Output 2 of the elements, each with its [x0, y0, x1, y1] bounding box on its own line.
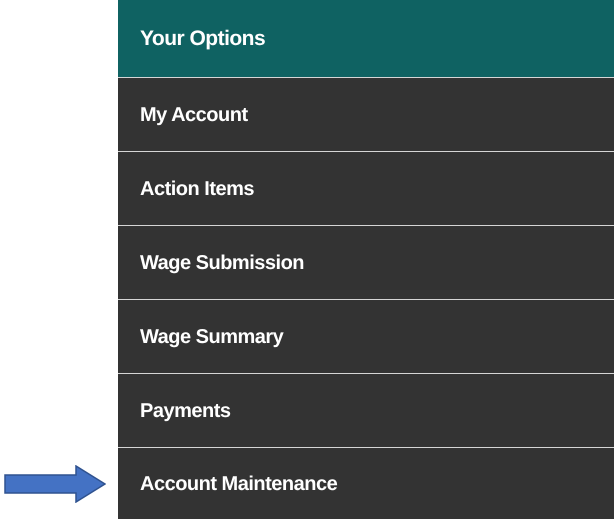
right-arrow-icon: [4, 465, 106, 503]
menu-title: Your Options: [140, 26, 266, 52]
